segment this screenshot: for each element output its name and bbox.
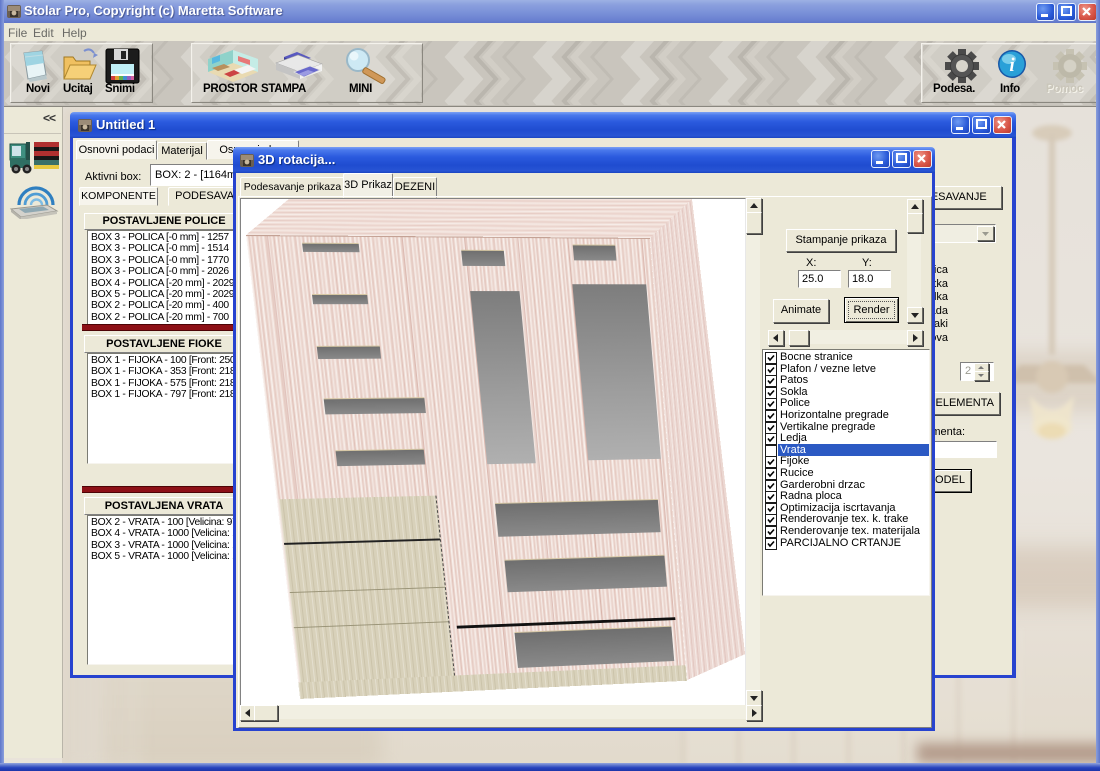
svg-text:i: i [1009,55,1015,76]
